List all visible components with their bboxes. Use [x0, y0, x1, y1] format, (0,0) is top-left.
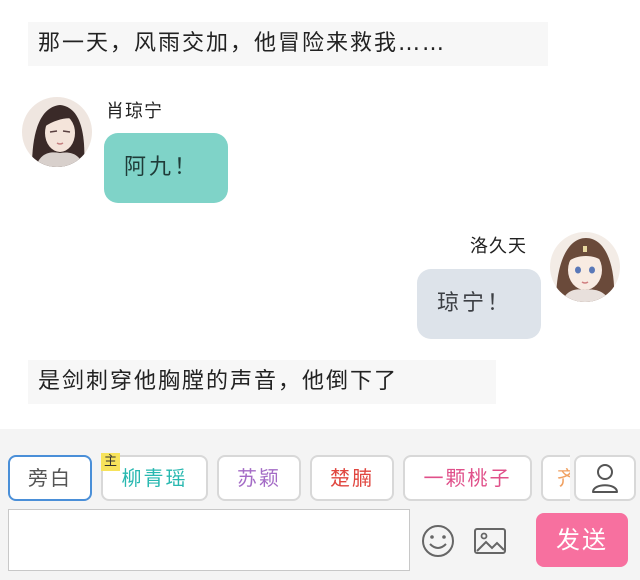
character-chip-label: 旁白: [28, 466, 72, 490]
message-bubble[interactable]: 琼宁！: [417, 269, 541, 339]
input-bar: 旁白 主 柳青瑶 苏颖 楚腩 一颗桃子 齐 发送: [0, 429, 640, 580]
speaker-name: 洛久天: [470, 236, 527, 257]
narration-text: 那一天，风雨交加，他冒险来救我……: [28, 22, 548, 66]
character-chip[interactable]: 一颗桃子: [403, 455, 532, 501]
character-chip-label: 苏颖: [237, 466, 281, 490]
character-chip[interactable]: 苏颖: [217, 455, 301, 501]
speaker-name: 肖琼宁: [106, 101, 163, 122]
narration-text: 是剑刺穿他胸膛的声音，他倒下了: [28, 360, 496, 404]
character-chip-label: 齐: [557, 466, 570, 490]
character-chip-label: 楚腩: [330, 466, 374, 490]
character-chip-label: 一颗桃子: [423, 466, 512, 490]
character-chip-label: 柳青瑶: [121, 466, 188, 490]
character-chip[interactable]: 齐: [541, 455, 570, 501]
image-icon: [474, 528, 506, 554]
chat-story-screen: 那一天，风雨交加，他冒险来救我…… 肖琼宁 阿九！ 洛久天 琼宁！ 是剑刺穿他胸…: [0, 0, 640, 580]
message-input[interactable]: [8, 509, 410, 571]
character-chip[interactable]: 主 柳青瑶: [101, 453, 208, 501]
smiley-icon: [422, 525, 454, 557]
emoji-button[interactable]: [418, 521, 458, 561]
send-button[interactable]: 发送: [536, 513, 628, 567]
character-chip[interactable]: 旁白: [8, 455, 92, 501]
character-portrait-icon: [550, 232, 620, 302]
main-role-badge: 主: [101, 453, 121, 471]
image-button[interactable]: [470, 521, 510, 561]
message-bubble[interactable]: 阿九！: [104, 133, 228, 203]
character-selector: 旁白 主 柳青瑶 苏颖 楚腩 一颗桃子 齐: [0, 453, 570, 505]
character-chip[interactable]: 楚腩: [310, 455, 394, 501]
avatar[interactable]: [550, 232, 620, 302]
person-icon: [592, 464, 618, 493]
avatar[interactable]: [22, 97, 92, 167]
character-portrait-icon: [22, 97, 92, 167]
role-manage-button[interactable]: [574, 455, 636, 501]
